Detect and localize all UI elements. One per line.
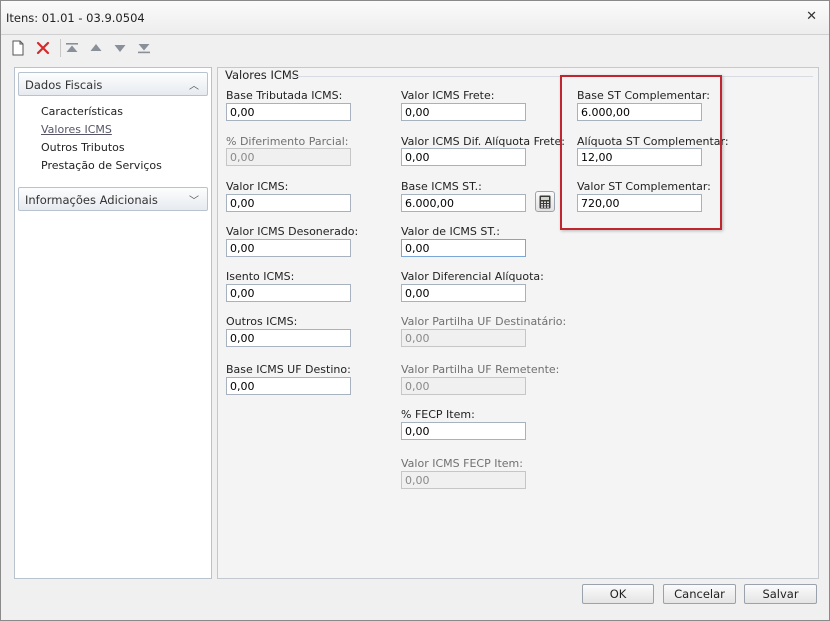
highlight-box: [560, 75, 722, 230]
toolbar-separator: [60, 39, 61, 57]
section-label: Informações Adicionais: [25, 193, 158, 207]
base-icms-uf-destino-field[interactable]: [226, 377, 351, 395]
section-dados-fiscais[interactable]: Dados Fiscais ︿: [18, 72, 208, 96]
valor-partilha-uf-remetente-label: Valor Partilha UF Remetente:: [401, 363, 560, 376]
base-icms-uf-destino-label: Base ICMS UF Destino:: [226, 363, 351, 376]
fecp-item-label: % FECP Item:: [401, 408, 475, 421]
ok-button[interactable]: OK: [582, 584, 654, 604]
outros-icms-label: Outros ICMS:: [226, 315, 298, 328]
valor-icms-desonerado-field[interactable]: [226, 239, 351, 257]
section-label: Dados Fiscais: [25, 78, 103, 92]
nav-item-caracteristicas[interactable]: Características: [41, 105, 123, 118]
move-first-icon[interactable]: [62, 38, 82, 58]
nav-item-prestacao-servicos[interactable]: Prestação de Serviços: [41, 159, 162, 172]
valor-icms-dif-aliquota-frete-label: Valor ICMS Dif. Alíquota Frete:: [401, 135, 565, 148]
move-up-icon[interactable]: [86, 38, 106, 58]
section-informacoes-adicionais[interactable]: Informações Adicionais ﹀: [18, 187, 208, 211]
dialog-window: Itens: 01.01 - 03.9.0504 ✕ Dados Fiscais…: [0, 0, 830, 621]
button-bar: OK Cancelar Salvar: [1, 579, 829, 620]
base-icms-st-field[interactable]: [401, 194, 526, 212]
valor-icms-st-field[interactable]: [401, 239, 526, 257]
valor-partilha-uf-destinatario-label: Valor Partilha UF Destinatário:: [401, 315, 567, 328]
isento-icms-field[interactable]: [226, 284, 351, 302]
save-button[interactable]: Salvar: [744, 584, 817, 604]
move-down-icon[interactable]: [110, 38, 130, 58]
valor-partilha-uf-remetente-field: [401, 377, 526, 395]
toolbar: [1, 35, 829, 62]
group-divider: [291, 76, 813, 77]
move-last-icon[interactable]: [134, 38, 154, 58]
valor-diferencial-aliquota-label: Valor Diferencial Alíquota:: [401, 270, 544, 283]
valor-partilha-uf-destinatario-field: [401, 329, 526, 347]
fecp-item-field[interactable]: [401, 422, 526, 440]
isento-icms-label: Isento ICMS:: [226, 270, 295, 283]
chevron-down-icon: ﹀: [189, 196, 199, 207]
navigation-panel: Dados Fiscais ︿ Características Valores …: [14, 67, 212, 579]
valor-icms-field[interactable]: [226, 194, 351, 212]
valor-diferencial-aliquota-field[interactable]: [401, 284, 526, 302]
valor-icms-frete-field[interactable]: [401, 103, 526, 121]
close-icon[interactable]: ✕: [806, 9, 817, 24]
cancel-button[interactable]: Cancelar: [663, 584, 736, 604]
valor-icms-label: Valor ICMS:: [226, 180, 289, 193]
group-title: Valores ICMS: [225, 68, 300, 82]
new-document-icon[interactable]: [8, 38, 28, 58]
calculator-icon[interactable]: [535, 191, 555, 212]
chevron-up-icon: ︿: [189, 81, 199, 92]
diferimento-parcial-label: % Diferimento Parcial:: [226, 135, 349, 148]
title-bar: Itens: 01.01 - 03.9.0504 ✕: [1, 1, 829, 35]
base-tributada-icms-label: Base Tributada ICMS:: [226, 89, 343, 102]
valor-icms-dif-aliquota-frete-field[interactable]: [401, 148, 526, 166]
nav-item-outros-tributos[interactable]: Outros Tributos: [41, 141, 125, 154]
valor-icms-fecp-item-label: Valor ICMS FECP Item:: [401, 457, 523, 470]
valor-icms-st-label: Valor de ICMS ST.:: [401, 225, 500, 238]
valor-icms-frete-label: Valor ICMS Frete:: [401, 89, 495, 102]
nav-item-valores-icms[interactable]: Valores ICMS: [41, 123, 112, 136]
window-title: Itens: 01.01 - 03.9.0504: [6, 11, 145, 25]
base-tributada-icms-field[interactable]: [226, 103, 351, 121]
delete-icon[interactable]: [33, 38, 53, 58]
diferimento-parcial-field: [226, 148, 351, 166]
valor-icms-desonerado-label: Valor ICMS Desonerado:: [226, 225, 359, 238]
outros-icms-field[interactable]: [226, 329, 351, 347]
valor-icms-fecp-item-field: [401, 471, 526, 489]
base-icms-st-label: Base ICMS ST.:: [401, 180, 482, 193]
